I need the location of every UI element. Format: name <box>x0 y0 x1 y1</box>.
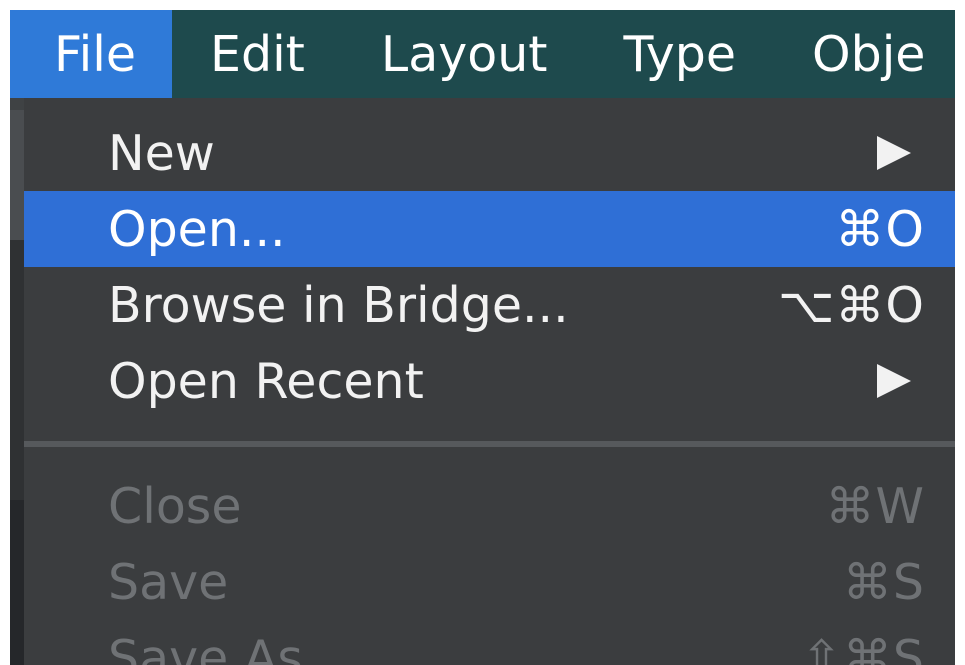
menu-item-label: Open... <box>108 200 286 258</box>
menu-item-label: Open Recent <box>108 352 424 410</box>
file-menu-dropdown: New Open... ⌘O Browse in Bridge... ⌥⌘O O… <box>24 98 955 665</box>
screen: File Edit Layout Type Obje New Open... ⌘… <box>0 0 965 665</box>
menu-item-close: Close ⌘W <box>24 468 955 544</box>
menu-separator <box>24 441 955 447</box>
menu-item-open-recent[interactable]: Open Recent <box>24 343 955 419</box>
menu-item-shortcut: ⌘W <box>825 477 925 535</box>
menu-item-save: Save ⌘S <box>24 544 955 620</box>
menu-item-shortcut: ⌘O <box>835 200 925 258</box>
menu-item-new[interactable]: New <box>24 115 955 191</box>
menu-item-shortcut: ⌘S <box>842 553 925 611</box>
menubar-file[interactable]: File <box>10 10 172 98</box>
menu-item-label: Close <box>108 477 242 535</box>
menu-bar: File Edit Layout Type Obje <box>10 10 955 98</box>
menubar-type[interactable]: Type <box>585 10 774 98</box>
menu-item-save-as: Save As ⇧⌘S <box>24 620 955 665</box>
menu-item-label: New <box>108 124 215 182</box>
menu-item-label: Browse in Bridge... <box>108 276 569 334</box>
app-left-panel-edge <box>10 110 24 665</box>
menu-item-open[interactable]: Open... ⌘O <box>24 191 955 267</box>
submenu-arrow-icon <box>877 364 911 398</box>
menu-item-label: Save <box>108 553 229 611</box>
menu-item-shortcut: ⇧⌘S <box>800 629 925 665</box>
menubar-layout[interactable]: Layout <box>343 10 586 98</box>
menubar-edit[interactable]: Edit <box>172 10 343 98</box>
submenu-arrow-icon <box>877 136 911 170</box>
menubar-object[interactable]: Obje <box>774 10 925 98</box>
menu-item-shortcut: ⌥⌘O <box>777 276 925 334</box>
menu-item-label: Save As <box>108 629 303 665</box>
menu-item-browse-in-bridge[interactable]: Browse in Bridge... ⌥⌘O <box>24 267 955 343</box>
